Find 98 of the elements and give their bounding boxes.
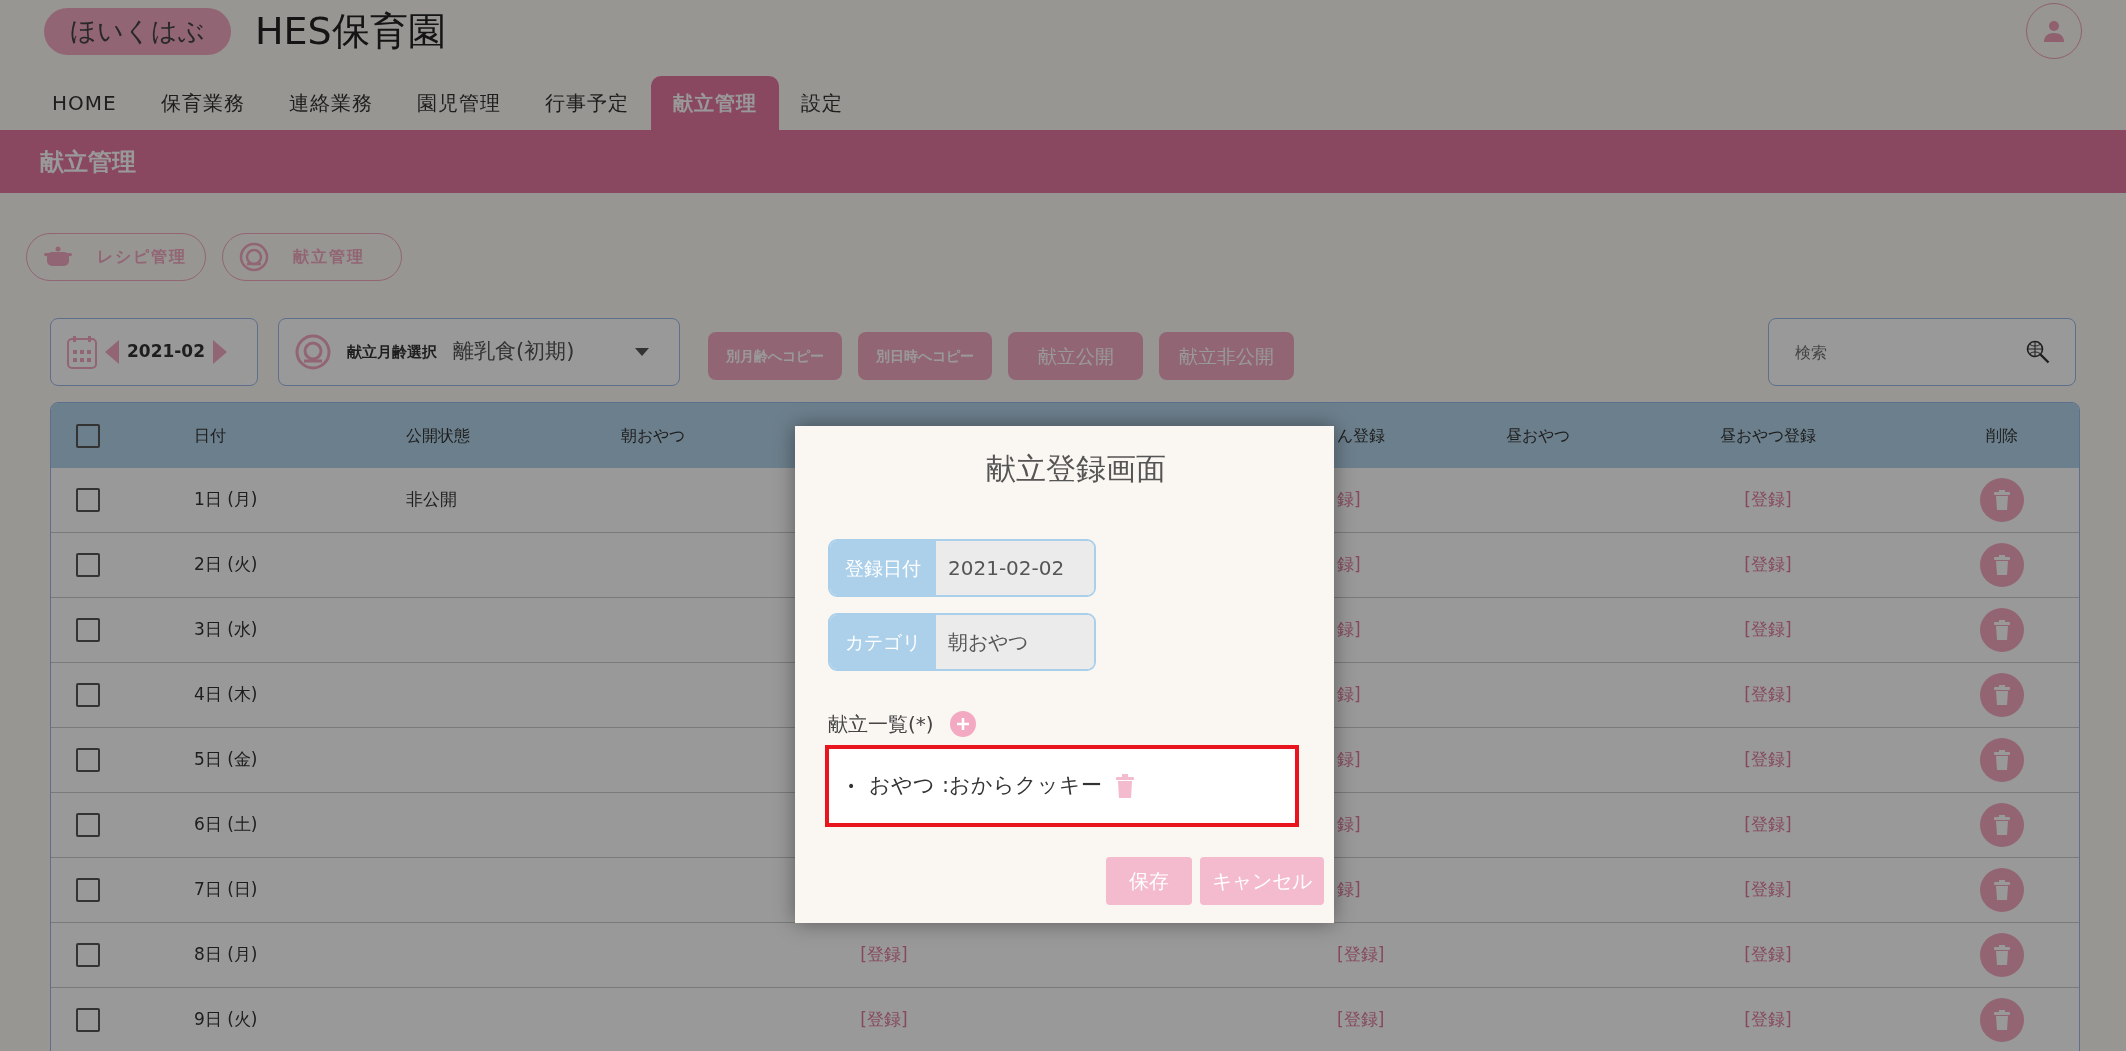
delete-button[interactable] (1980, 543, 2024, 587)
date-cell: 9日 (火) (194, 1009, 258, 1030)
trash-icon (1994, 620, 2010, 640)
calendar-icon (67, 335, 97, 369)
date-cell: 8日 (月) (194, 944, 258, 965)
person-icon (2042, 19, 2066, 43)
add-button[interactable] (949, 711, 976, 737)
checkbox[interactable] (76, 1008, 100, 1032)
page-title: 献立管理 (40, 146, 136, 178)
field-value: 朝おやつ (936, 615, 1094, 669)
logo: ほいくはぶ (44, 7, 231, 55)
register-link[interactable]: 録] (1337, 814, 1361, 835)
delete-button[interactable] (1980, 803, 2024, 847)
nav-tab[interactable]: 設定 (778, 76, 865, 130)
trash-icon (1994, 880, 2010, 900)
register-link[interactable]: [登録] (1744, 879, 1792, 900)
search-icon (2026, 340, 2050, 364)
next-arrow-icon[interactable] (213, 340, 228, 364)
register-link[interactable]: [登録] (860, 1009, 908, 1030)
column-header: 削除 (1986, 425, 2018, 445)
nav-tab[interactable]: 献立管理 (650, 76, 779, 130)
age-select[interactable]: 献立月齢選択 離乳食(初期) (278, 318, 680, 386)
bullet: • (847, 776, 856, 796)
checkbox[interactable] (76, 813, 100, 837)
checkbox[interactable] (76, 423, 100, 448)
trash-icon (1994, 945, 2010, 965)
nav-tab[interactable]: 保育業務 (138, 76, 267, 130)
month-label: 2021-02 (127, 340, 206, 364)
column-header: 昼おやつ登録 (1720, 425, 1816, 445)
field-label: カテゴリ (830, 615, 936, 669)
delete-button[interactable] (1980, 608, 2024, 652)
cancel-button[interactable]: キャンセル (1200, 857, 1324, 905)
delete-button[interactable] (1980, 933, 2024, 977)
plus-icon (955, 717, 970, 731)
column-header: ん登録 (1337, 425, 1385, 445)
register-link[interactable]: 録] (1337, 489, 1361, 510)
trash-icon (1994, 1010, 2010, 1030)
site-title: HES保育園 (255, 7, 446, 55)
register-link[interactable]: 録] (1337, 879, 1361, 900)
date-cell: 1日 (月) (194, 489, 258, 510)
delete-button[interactable] (1980, 673, 2024, 717)
column-header: 朝おやつ (621, 425, 685, 445)
register-link[interactable]: [登録] (1744, 489, 1792, 510)
date-cell: 6日 (土) (194, 814, 258, 835)
list-label: 献立一覧(*) (828, 711, 934, 738)
checkbox[interactable] (76, 488, 100, 512)
checkbox[interactable] (76, 553, 100, 577)
column-header: 日付 (194, 425, 226, 445)
register-link[interactable]: [登録] (1744, 1009, 1792, 1030)
register-link[interactable]: [登録] (1744, 814, 1792, 835)
age-value: 離乳食(初期) (453, 338, 575, 366)
register-link[interactable]: [登録] (860, 944, 908, 965)
checkbox[interactable] (76, 683, 100, 707)
checkbox[interactable] (76, 618, 100, 642)
field-value: 2021-02-02 (936, 541, 1094, 595)
nav-tab[interactable]: 連絡業務 (266, 76, 395, 130)
date-cell: 4日 (木) (194, 684, 258, 705)
register-link[interactable]: 録] (1337, 619, 1361, 640)
trash-icon (1994, 685, 2010, 705)
trash-icon (1994, 490, 2010, 510)
delete-button[interactable] (1980, 998, 2024, 1042)
age-label: 献立月齢選択 (347, 341, 437, 363)
date-cell: 3日 (水) (194, 619, 258, 640)
register-link[interactable]: 録] (1337, 749, 1361, 770)
field-label: 登録日付 (830, 541, 936, 595)
checkbox[interactable] (76, 943, 100, 967)
trash-icon (1994, 555, 2010, 575)
register-link[interactable]: 録] (1337, 554, 1361, 575)
register-link[interactable]: [登録] (1744, 944, 1792, 965)
register-link[interactable]: [登録] (1337, 944, 1385, 965)
date-cell: 7日 (日) (194, 879, 258, 900)
prev-arrow-icon[interactable] (105, 340, 119, 364)
register-link[interactable]: 録] (1337, 684, 1361, 705)
search-field[interactable]: 検索 (1768, 318, 2076, 386)
trash-icon[interactable] (1116, 774, 1135, 798)
trash-icon (1994, 750, 2010, 770)
delete-button[interactable] (1980, 738, 2024, 782)
delete-button[interactable] (1980, 868, 2024, 912)
register-link[interactable]: [登録] (1744, 684, 1792, 705)
status-cell: 非公開 (406, 489, 457, 510)
column-header: 公開状態 (406, 425, 470, 445)
checkbox[interactable] (76, 748, 100, 772)
save-button[interactable]: 保存 (1106, 857, 1192, 905)
nav-tab[interactable]: 行事予定 (522, 76, 651, 130)
delete-button[interactable] (1980, 478, 2024, 522)
register-link[interactable]: [登録] (1744, 554, 1792, 575)
date-cell: 5日 (金) (194, 749, 258, 770)
register-link[interactable]: [登録] (1744, 749, 1792, 770)
nav-tab[interactable]: HOME (30, 76, 139, 130)
trash-icon (1994, 815, 2010, 835)
column-header: 昼おやつ (1506, 425, 1570, 445)
dialog-title: 献立登録画面 (985, 450, 1167, 488)
register-link[interactable]: [登録] (1744, 619, 1792, 640)
date-cell: 2日 (火) (194, 554, 258, 575)
caret-icon (635, 348, 649, 356)
register-link[interactable]: [登録] (1337, 1009, 1385, 1030)
checkbox[interactable] (76, 878, 100, 902)
nav-tab[interactable]: 園児管理 (394, 76, 523, 130)
